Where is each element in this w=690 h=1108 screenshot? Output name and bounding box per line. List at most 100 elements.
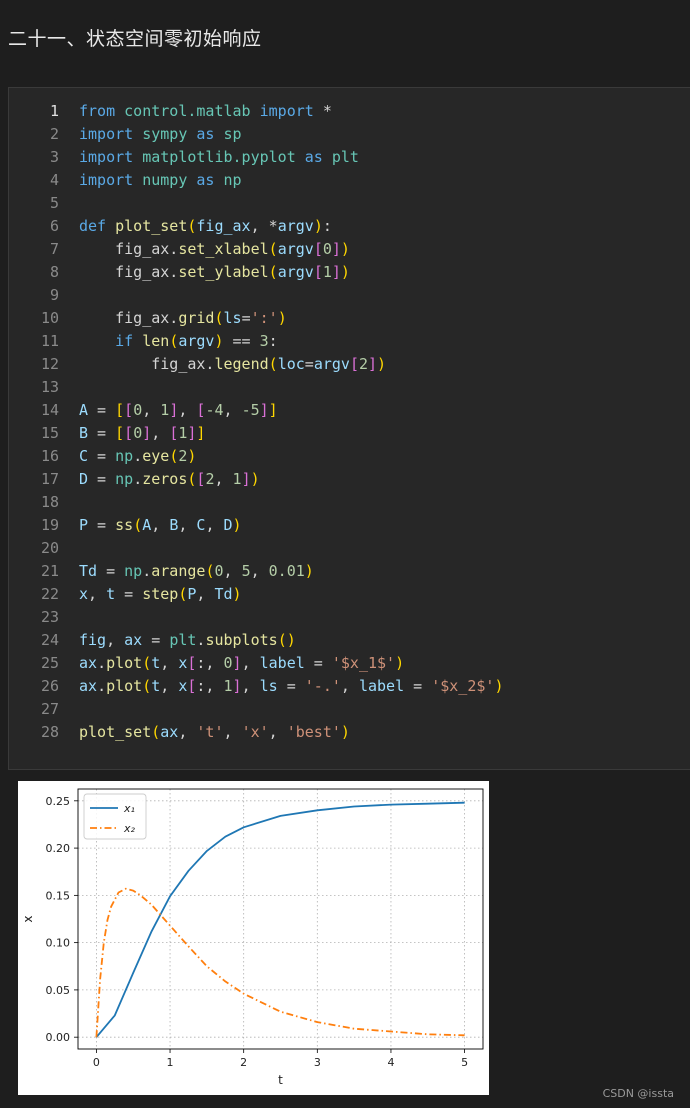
code-line: 9	[9, 284, 689, 307]
code-line: 25 ax.plot(t, x[:, 0], label = '$x_1$')	[9, 652, 689, 675]
line-number: 23	[40, 608, 59, 626]
line-number: 26	[40, 677, 59, 695]
code-text: fig, ax = plt.subplots()	[79, 631, 296, 649]
y-tick-label: 0.25	[46, 795, 71, 808]
line-number: 5	[49, 194, 59, 212]
code-line: 16 C = np.eye(2)	[9, 445, 689, 468]
series-line-1	[95, 801, 465, 1038]
line-number: 27	[40, 700, 59, 718]
code-text: B = [[0], [1]]	[79, 424, 206, 442]
code-line: 27	[9, 698, 689, 721]
y-tick-label: 0.00	[46, 1031, 71, 1044]
line-number: 2	[49, 125, 59, 143]
x-tick-label: 5	[461, 1056, 468, 1069]
code-line: 2 import sympy as sp	[9, 123, 689, 146]
code-line: 26 ax.plot(t, x[:, 1], ls = '-.', label =…	[9, 675, 689, 698]
y-axis-label: x	[21, 915, 35, 922]
x-axis-label: t	[278, 1073, 283, 1087]
x-tick-label: 1	[167, 1056, 174, 1069]
code-line: 17 D = np.zeros([2, 1])	[9, 468, 689, 491]
footer-credit: CSDN @issta	[602, 1087, 674, 1100]
code-line: 12 fig_ax.legend(loc=argv[2])	[9, 353, 689, 376]
code-text: fig_ax.set_xlabel(argv[0])	[79, 240, 350, 258]
code-text: A = [[0, 1], [-4, -5]]	[79, 401, 278, 419]
line-number: 17	[40, 470, 59, 488]
code-text: fig_ax.set_ylabel(argv[1])	[79, 263, 350, 281]
line-number: 16	[40, 447, 59, 465]
line-number: 20	[40, 539, 59, 557]
line-number: 11	[40, 332, 59, 350]
y-tick-label: 0.15	[46, 889, 71, 902]
line-chart: 0 1 2 3 4 5 0.00 0.05 0.10 0.15 0.20 0.25 t x x₁ x₂	[21, 788, 484, 1087]
code-text: P = ss(A, B, C, D)	[79, 516, 242, 534]
code-line: 5	[9, 192, 689, 215]
code-line: 28 plot_set(ax, 't', 'x', 'best')	[9, 721, 689, 744]
code-text: fig_ax.legend(loc=argv[2])	[79, 355, 387, 373]
code-block[interactable]: 1 from control.matlab import * 2 import sym…	[8, 87, 690, 770]
code-line: 11 if len(argv) == 3:	[9, 330, 689, 353]
code-line: 20	[9, 537, 689, 560]
code-text: from control.matlab import *	[79, 102, 332, 120]
code-line: 15 B = [[0], [1]]	[9, 422, 689, 445]
code-text: import sympy as sp	[79, 125, 242, 143]
x-tick-label: 4	[387, 1056, 394, 1069]
line-number: 13	[40, 378, 59, 396]
x-tick-label: 3	[314, 1056, 321, 1069]
y-tick-label: 0.20	[46, 842, 71, 855]
code-line: 8 fig_ax.set_ylabel(argv[1])	[9, 261, 689, 284]
code-line: 1 from control.matlab import *	[9, 100, 689, 123]
line-number: 14	[40, 401, 59, 419]
code-line: 3 import matplotlib.pyplot as plt	[9, 146, 689, 169]
line-number: 19	[40, 516, 59, 534]
code-line: 4 import numpy as np	[9, 169, 689, 192]
code-line: 10 fig_ax.grid(ls=':')	[9, 307, 689, 330]
code-text: import matplotlib.pyplot as plt	[79, 148, 359, 166]
line-number: 9	[49, 286, 59, 304]
line-number: 7	[49, 240, 59, 258]
x-tick-label: 2	[240, 1056, 247, 1069]
code-line: 23	[9, 606, 689, 629]
line-number: 22	[40, 585, 59, 603]
code-text: fig_ax.grid(ls=':')	[79, 309, 287, 327]
line-number: 12	[40, 355, 59, 373]
code-line: 18	[9, 491, 689, 514]
line-number: 28	[40, 723, 59, 741]
code-text: plot_set(ax, 't', 'x', 'best')	[79, 723, 350, 741]
page-title: 二十一、状态空间零初始响应	[8, 28, 262, 50]
line-number: 25	[40, 654, 59, 672]
line-number: 24	[40, 631, 59, 649]
code-text: if len(argv) == 3:	[115, 332, 278, 350]
legend-label: x₂	[123, 822, 136, 835]
x-tick-label: 0	[93, 1056, 100, 1069]
chart-panel: 0 1 2 3 4 5 0.00 0.05 0.10 0.15 0.20 0.25 t x x₁ x₂	[18, 781, 489, 1095]
y-tick-label: 0.05	[46, 984, 71, 997]
code-line: 7 fig_ax.set_xlabel(argv[0])	[9, 238, 689, 261]
code-text: D = np.zeros([2, 1])	[79, 470, 260, 488]
line-number: 3	[49, 148, 59, 166]
line-number: 15	[40, 424, 59, 442]
line-number: 4	[49, 171, 59, 189]
line-number: 1	[49, 102, 59, 120]
code-text: C = np.eye(2)	[79, 447, 197, 465]
line-number: 10	[40, 309, 59, 327]
line-number: 21	[40, 562, 59, 580]
legend-label: x₁	[123, 802, 135, 815]
code-line: 24 fig, ax = plt.subplots()	[9, 629, 689, 652]
code-line: 14 A = [[0, 1], [-4, -5]]	[9, 399, 689, 422]
legend-box	[83, 793, 147, 840]
code-line: 6 def plot_set(fig_ax, *argv):	[9, 215, 689, 238]
code-line: 21 Td = np.arange(0, 5, 0.01)	[9, 560, 689, 583]
code-line: 13	[9, 376, 689, 399]
code-text: x, t = step(P, Td)	[79, 585, 242, 603]
code-line: 19 P = ss(A, B, C, D)	[9, 514, 689, 537]
code-line: 22 x, t = step(P, Td)	[9, 583, 689, 606]
line-number: 6	[49, 217, 59, 235]
line-number: 8	[49, 263, 59, 281]
code-text: import numpy as np	[79, 171, 242, 189]
series-line-2	[95, 887, 465, 1038]
code-text: ax.plot(t, x[:, 0], label = '$x_1$')	[79, 654, 405, 672]
line-number: 18	[40, 493, 59, 511]
code-text: def plot_set(fig_ax, *argv):	[79, 217, 332, 235]
code-text: ax.plot(t, x[:, 1], ls = '-.', label = '…	[79, 677, 504, 695]
y-tick-label: 0.10	[46, 937, 71, 950]
